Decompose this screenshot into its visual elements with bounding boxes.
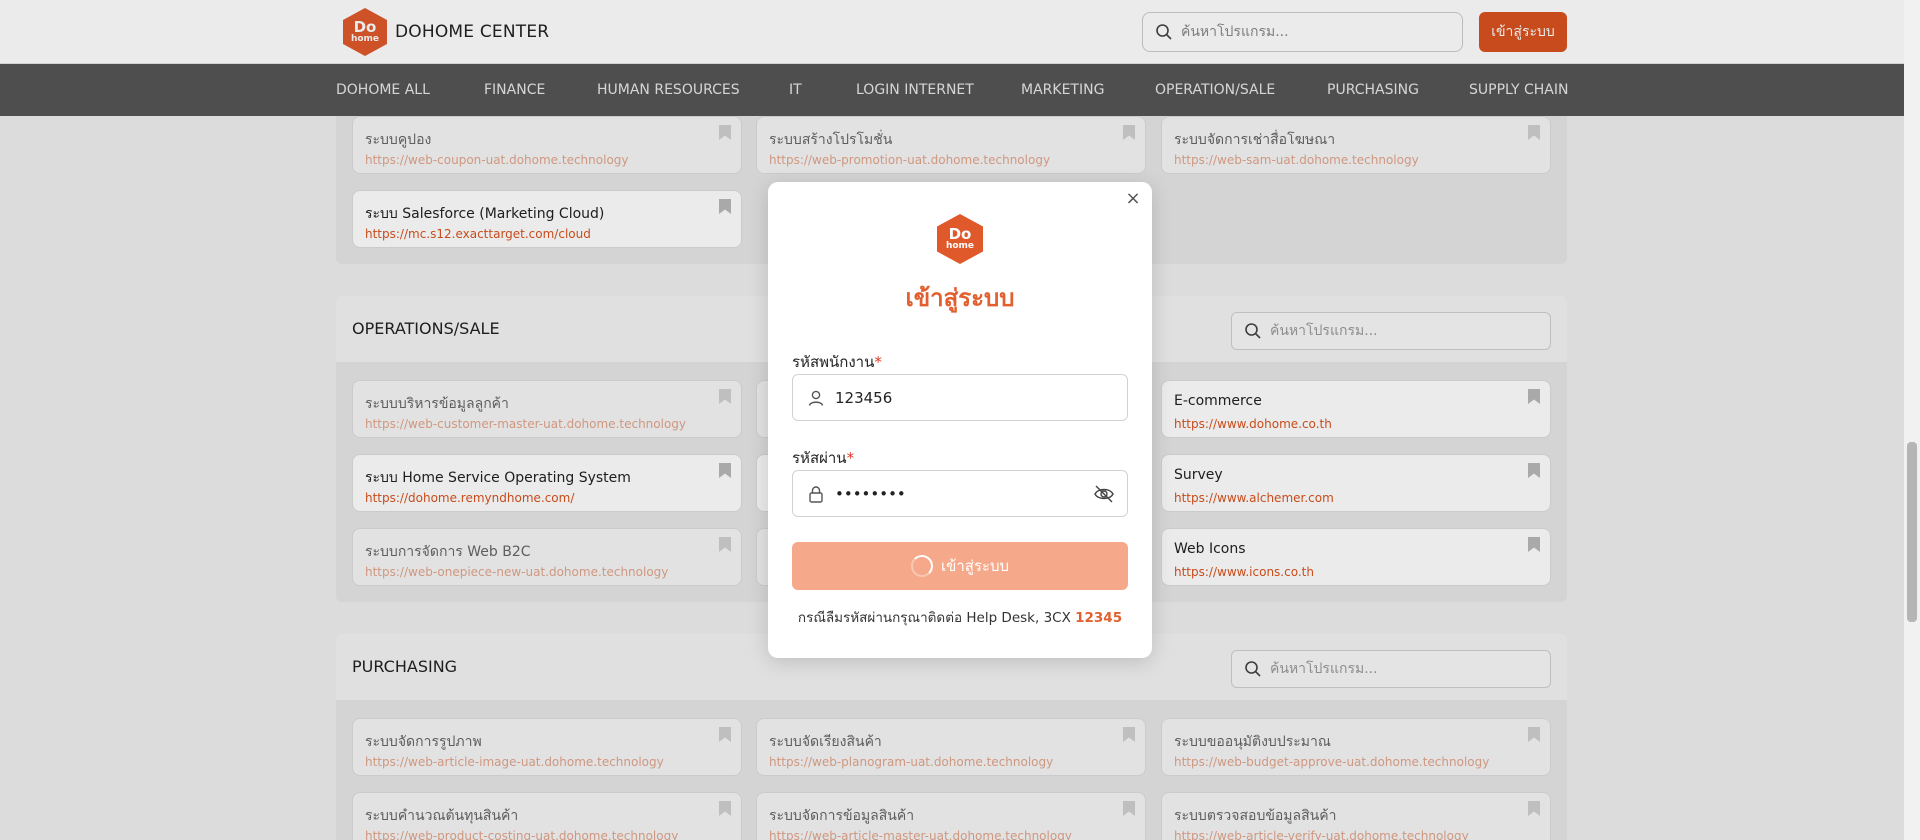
dohome-logo: Do home: [937, 214, 983, 264]
modal-title: เข้าสู่ระบบ: [905, 284, 1015, 312]
employee-id-label-text: รหัสพนักงาน: [792, 353, 875, 371]
required-mark: *: [846, 449, 855, 467]
employee-id-label: รหัสพนักงาน*: [792, 350, 882, 374]
login-submit-button[interactable]: เข้าสู่ระบบ: [792, 542, 1128, 590]
password-field[interactable]: ••••••••: [792, 470, 1128, 517]
lock-icon: [809, 485, 823, 503]
scrollbar-thumb[interactable]: [1907, 442, 1917, 622]
employee-id-value: 123456: [835, 388, 893, 407]
logo-text-do: Do: [948, 225, 972, 243]
required-mark: *: [874, 353, 882, 371]
password-value: ••••••••: [835, 484, 906, 503]
password-label: รหัสผ่าน*: [792, 446, 854, 470]
help-desk-note: กรณีลืมรหัสผ่านกรุณาติดต่อ Help Desk, 3C…: [768, 606, 1152, 628]
employee-id-field[interactable]: 123456: [792, 374, 1128, 421]
password-label-text: รหัสผ่าน: [792, 449, 847, 467]
eye-slash-icon[interactable]: [1093, 483, 1115, 505]
loading-spinner-icon: [910, 555, 933, 577]
login-modal: × Do home เข้าสู่ระบบ รหัสพนักงาน* 12345…: [768, 182, 1152, 658]
page-scrollbar[interactable]: [1904, 0, 1920, 840]
close-icon[interactable]: ×: [1124, 190, 1142, 208]
help-desk-number: 12345: [1075, 610, 1123, 626]
logo-text-home: home: [945, 241, 975, 251]
help-desk-text: กรณีลืมรหัสผ่านกรุณาติดต่อ Help Desk, 3C…: [797, 610, 1076, 626]
user-icon: [808, 390, 824, 406]
login-submit-label: เข้าสู่ระบบ: [940, 557, 1010, 575]
